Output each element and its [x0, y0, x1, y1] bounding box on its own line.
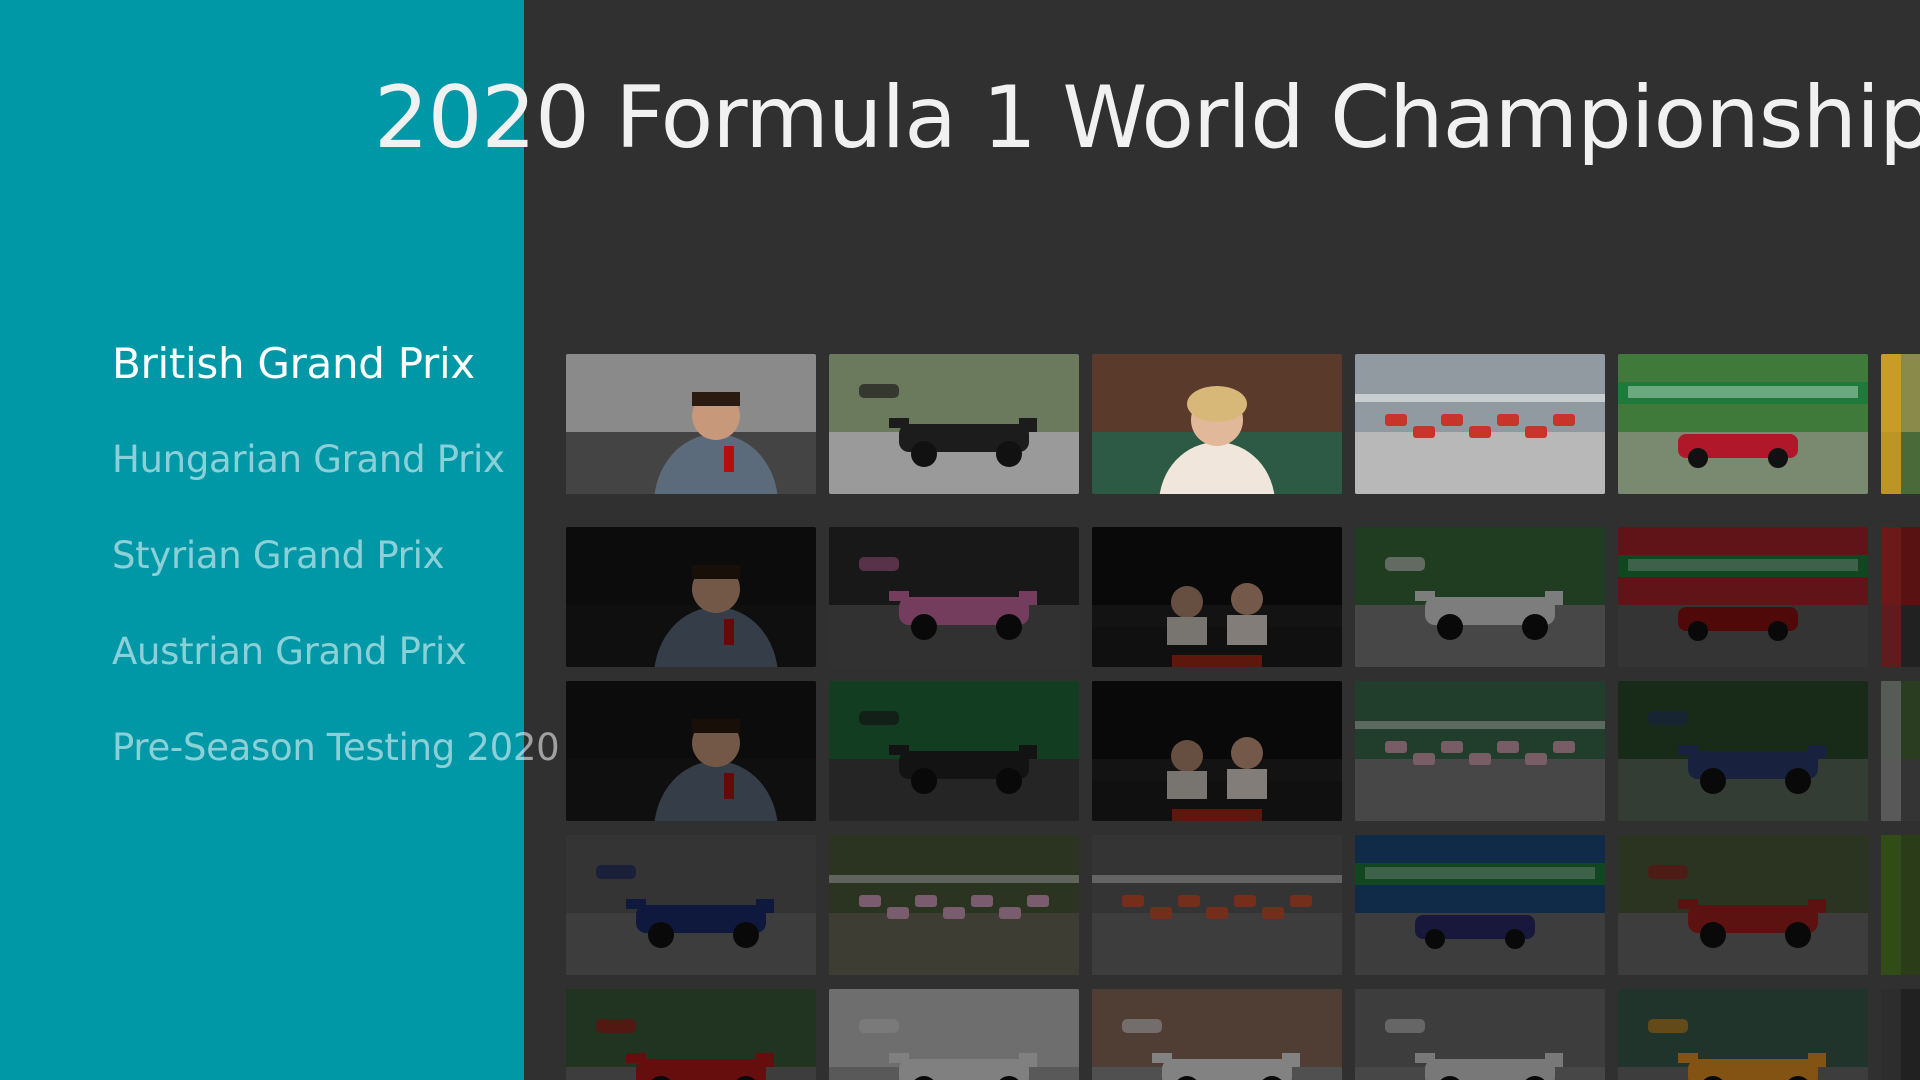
video-thumbnail[interactable]: [1618, 527, 1868, 667]
thumbnail-shade: [1092, 527, 1342, 667]
thumbnail-shade: [829, 835, 1079, 975]
video-thumbnail[interactable]: [1355, 835, 1605, 975]
video-thumbnail[interactable]: [566, 989, 816, 1080]
video-thumbnail[interactable]: [566, 681, 816, 821]
thumbnail-shade: [1355, 354, 1605, 494]
video-thumbnail[interactable]: [566, 835, 816, 975]
thumbnail-shade: [1355, 989, 1605, 1080]
video-thumbnail[interactable]: [1881, 835, 1920, 975]
video-thumbnail[interactable]: [1881, 354, 1920, 494]
thumbnail-shade: [1881, 527, 1920, 667]
video-thumbnail[interactable]: [566, 527, 816, 667]
thumbnail-shade: [566, 527, 816, 667]
thumbnail-shade: [566, 681, 816, 821]
video-thumbnail[interactable]: [1881, 527, 1920, 667]
video-thumbnail[interactable]: [1618, 989, 1868, 1080]
video-thumbnail[interactable]: [1618, 354, 1868, 494]
video-thumbnail[interactable]: [829, 354, 1079, 494]
video-thumbnail[interactable]: [1618, 835, 1868, 975]
video-thumbnail[interactable]: [829, 835, 1079, 975]
thumbnail-shade: [566, 989, 816, 1080]
video-thumbnail[interactable]: [1092, 835, 1342, 975]
app-root: British Grand Prix Hungarian Grand Prix …: [0, 0, 1920, 1080]
page-title: 2020 Formula 1 World Championship: [374, 68, 1920, 168]
thumbnail-shade: [566, 354, 816, 494]
video-thumbnail[interactable]: [1355, 989, 1605, 1080]
thumbnail-shade: [1618, 681, 1868, 821]
thumbnail-shade: [1881, 835, 1920, 975]
thumbnail-shade: [1355, 527, 1605, 667]
video-thumbnail[interactable]: [1355, 681, 1605, 821]
video-thumbnail[interactable]: [566, 354, 816, 494]
video-thumbnail[interactable]: [1092, 681, 1342, 821]
thumbnail-shade: [1881, 989, 1920, 1080]
thumbnail-shade: [1355, 835, 1605, 975]
thumbnail-shade: [1092, 989, 1342, 1080]
video-thumbnail[interactable]: [1881, 989, 1920, 1080]
thumbnail-shade: [1092, 835, 1342, 975]
thumbnail-shade: [829, 681, 1079, 821]
thumbnail-shade: [1092, 354, 1342, 494]
video-thumbnail[interactable]: [829, 527, 1079, 667]
video-thumbnail[interactable]: [1092, 354, 1342, 494]
video-thumbnail[interactable]: [829, 681, 1079, 821]
thumbnail-shade: [1881, 354, 1920, 494]
thumbnail-shade: [1618, 354, 1868, 494]
thumbnail-shade: [1355, 681, 1605, 821]
thumbnail-shade: [566, 835, 816, 975]
video-thumbnail[interactable]: [1092, 989, 1342, 1080]
video-thumbnail[interactable]: [1092, 527, 1342, 667]
video-thumbnail[interactable]: [1881, 681, 1920, 821]
video-thumbnail[interactable]: [1355, 354, 1605, 494]
thumbnail-shade: [1618, 835, 1868, 975]
thumbnail-shade: [829, 989, 1079, 1080]
thumbnail-shade: [1092, 681, 1342, 821]
video-thumbnail[interactable]: [1618, 681, 1868, 821]
thumbnail-shade: [829, 527, 1079, 667]
video-thumbnail[interactable]: [829, 989, 1079, 1080]
video-thumbnail[interactable]: [1355, 527, 1605, 667]
thumbnail-shade: [829, 354, 1079, 494]
thumbnail-shade: [1618, 989, 1868, 1080]
thumbnail-shade: [1618, 527, 1868, 667]
thumbnail-shade: [1881, 681, 1920, 821]
